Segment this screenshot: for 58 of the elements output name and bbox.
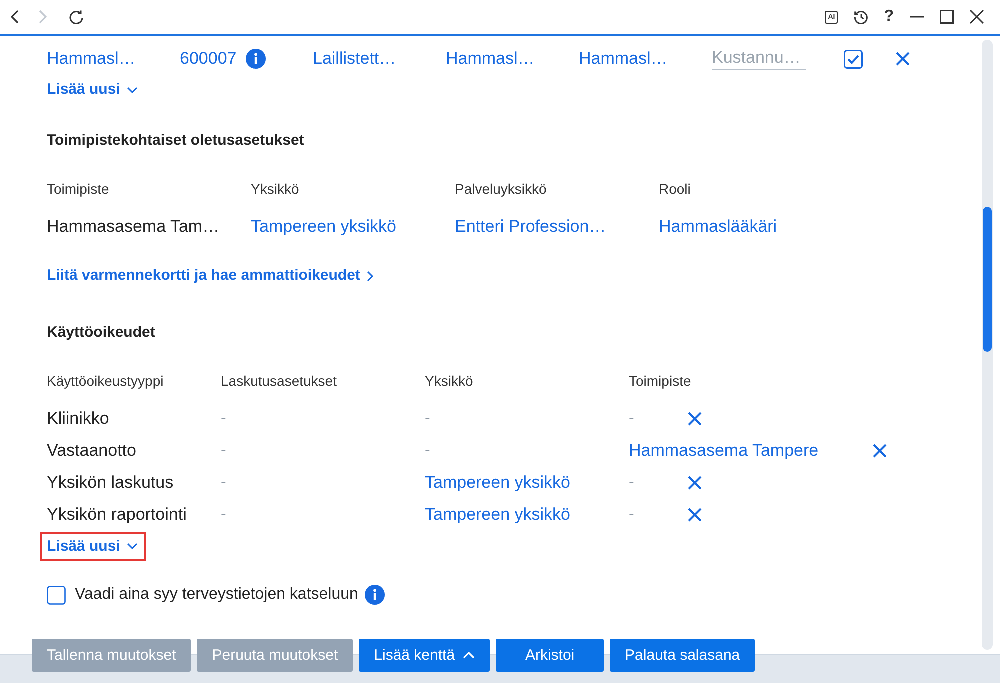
column-header: Käyttöoikeustyyppi — [47, 372, 165, 391]
certificate-link[interactable]: Liitä varmennekortti ja hae ammattioikeudet — [47, 266, 374, 286]
history-icon[interactable] — [854, 10, 868, 24]
add-new-link[interactable]: Lisää uusi — [47, 80, 138, 100]
add-new-link[interactable]: Lisää uusi — [40, 532, 146, 561]
column-header: Yksikkö — [425, 372, 474, 391]
cell-link[interactable]: Tampereen yksikkö — [425, 473, 571, 493]
info-icon[interactable] — [365, 585, 386, 605]
column-header: Toimipiste — [629, 372, 692, 391]
checkbox[interactable] — [47, 586, 66, 604]
column-header: Yksikkö — [251, 180, 300, 199]
chevron-down-icon — [127, 543, 138, 550]
empty-value: - — [221, 410, 226, 428]
cell-link[interactable]: Hammasasema Tampere — [629, 441, 819, 461]
cell-link[interactable]: Hammaslääkäri — [659, 217, 778, 237]
column-header: Toimipiste — [47, 180, 110, 199]
cell-link[interactable]: Hammasl… — [47, 49, 136, 69]
scrollbar-thumb[interactable] — [983, 207, 992, 352]
back-icon[interactable] — [11, 10, 19, 24]
checkbox[interactable] — [844, 50, 863, 68]
column-header: Palveluyksikkö — [455, 180, 548, 199]
cell-link[interactable]: Entteri Profession… — [455, 217, 606, 237]
empty-value: - — [221, 474, 226, 492]
empty-value: - — [629, 506, 634, 524]
close-icon[interactable] — [970, 10, 984, 24]
minimize-icon[interactable] — [910, 16, 924, 18]
maximize-icon[interactable] — [940, 10, 954, 24]
empty-value: - — [425, 410, 430, 428]
info-icon[interactable] — [246, 49, 266, 69]
action-button[interactable]: Palauta salasana — [610, 639, 756, 672]
table-cell: Vastaanotto — [47, 441, 136, 461]
cell-link[interactable]: Hammasl… — [446, 49, 535, 69]
section-title: Toimipistekohtaiset oletusasetukset — [47, 131, 306, 151]
table-cell: Yksikön raportointi — [47, 505, 187, 525]
empty-value: - — [629, 410, 634, 428]
cell-link[interactable]: Tampereen yksikkö — [425, 505, 571, 525]
empty-value: - — [629, 474, 634, 492]
cell-link[interactable]: Laillistett… — [313, 49, 396, 69]
table-cell: Hammasasema Tam… — [47, 217, 220, 237]
help-button[interactable]: ? — [884, 8, 894, 26]
chevron-down-icon — [127, 86, 138, 94]
table-cell: Yksikön laskutus — [47, 473, 174, 493]
cell-link[interactable]: Hammasl… — [579, 49, 668, 69]
refresh-icon[interactable] — [69, 10, 84, 24]
table-cell: Kliinikko — [47, 409, 110, 429]
action-button[interactable]: Lisää kenttä — [359, 639, 490, 672]
empty-value: - — [221, 506, 226, 524]
section-title: Käyttöoikeudet — [47, 323, 156, 343]
input-field[interactable]: Kustannu… — [712, 48, 806, 70]
column-header: Laskutusasetukset — [221, 372, 338, 391]
checkbox-label: Vaadi aina syy terveystietojen katseluun — [75, 586, 358, 604]
column-header: Rooli — [659, 180, 692, 199]
empty-value: - — [425, 442, 430, 460]
chevron-right-icon — [367, 270, 374, 282]
empty-value: - — [221, 442, 226, 460]
cell-link[interactable]: Tampereen yksikkö — [251, 217, 397, 237]
action-button[interactable]: Arkistoi — [496, 639, 604, 672]
cell-link[interactable]: 600007 — [180, 49, 237, 69]
